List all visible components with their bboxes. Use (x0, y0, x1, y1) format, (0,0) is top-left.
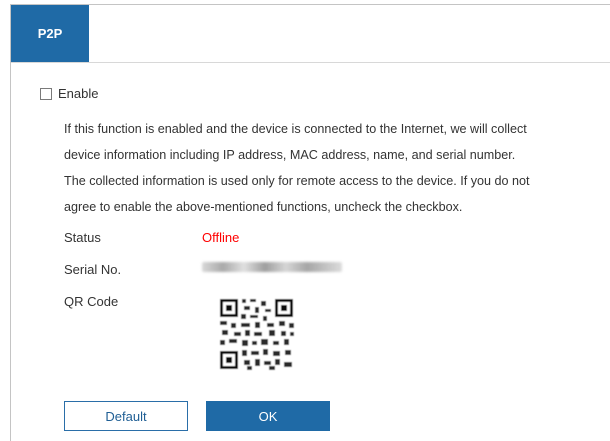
p2p-panel: P2P (10, 4, 610, 441)
description-line: The collected information is used only f… (64, 174, 530, 188)
qr-code-label: QR Code (64, 294, 119, 309)
serial-label: Serial No. (64, 262, 122, 277)
tab-p2p[interactable]: P2P (11, 5, 89, 62)
enable-label: Enable (58, 86, 99, 101)
description-text: If this function is enabled and the devi… (64, 116, 584, 220)
ok-button[interactable]: OK (206, 401, 330, 431)
tab-bar: P2P (11, 5, 610, 63)
serial-number-redacted (202, 262, 342, 272)
status-value: Offline (202, 230, 240, 245)
description-line: device information including IP address,… (64, 148, 516, 162)
description-line: agree to enable the above-mentioned func… (64, 200, 463, 214)
status-label: Status (64, 230, 101, 245)
description-line: If this function is enabled and the devi… (64, 122, 527, 136)
qr-code-image (217, 296, 297, 372)
enable-checkbox[interactable] (40, 87, 52, 100)
enable-row: Enable (40, 86, 98, 101)
default-button[interactable]: Default (64, 401, 188, 431)
